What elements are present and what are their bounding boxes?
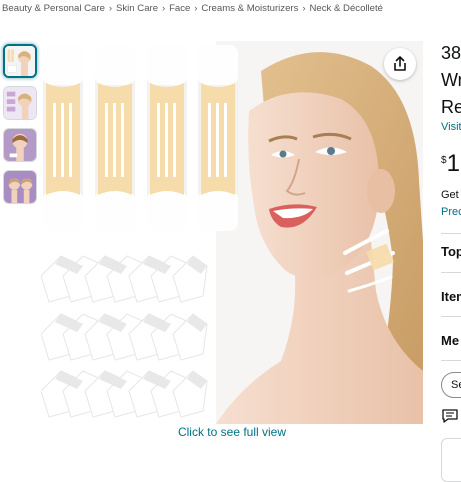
thumbnail-4[interactable] [3, 170, 37, 204]
product-thumbnail-image [4, 171, 36, 203]
share-icon [394, 56, 406, 71]
chevron-right-icon: › [108, 3, 112, 13]
see-more-button[interactable]: Se [441, 372, 461, 398]
breadcrumb-item-beauty[interactable]: Beauty & Personal Care [2, 3, 105, 14]
breadcrumb-item-neck[interactable]: Neck & Décolleté [309, 3, 383, 14]
share-button[interactable] [384, 48, 416, 80]
price: $1 [441, 150, 460, 178]
section-top: Top [441, 244, 461, 259]
breadcrumb-item-skin-care[interactable]: Skin Care [116, 3, 158, 14]
title-line-2: Wr [441, 70, 461, 90]
divider [441, 360, 461, 361]
visit-store-link[interactable]: Visit [441, 121, 461, 133]
divider [441, 233, 461, 234]
product-thumbnail-image [4, 129, 36, 161]
section-more: Me [441, 333, 460, 348]
product-thumbnail-image [5, 46, 35, 76]
breadcrumb: Beauty & Personal Care › Skin Care › Fac… [2, 1, 383, 15]
thumbnail-3[interactable] [3, 128, 37, 162]
product-photo [41, 41, 423, 424]
chevron-right-icon: › [302, 3, 306, 13]
thumbnail-2[interactable] [3, 86, 37, 120]
price-whole: 1 [446, 150, 460, 177]
price-currency: $ [441, 155, 447, 166]
chevron-right-icon: › [194, 3, 198, 13]
feedback-icon[interactable] [442, 409, 458, 428]
chevron-right-icon: › [162, 3, 166, 13]
delivery-text: Get [441, 189, 459, 201]
title-line-1: 38 [441, 43, 461, 63]
full-view-link[interactable]: Click to see full view [41, 425, 423, 439]
product-thumbnail-image [4, 87, 36, 119]
section-item: Item [441, 289, 461, 304]
thumbnail-1[interactable] [3, 44, 37, 78]
divider [441, 316, 461, 317]
main-product-image[interactable] [41, 41, 423, 424]
divider [441, 272, 461, 273]
patch-fans [41, 255, 208, 418]
product-title: 38 Wr Re Visit [441, 40, 461, 133]
thumbnail-strip [3, 44, 37, 212]
breadcrumb-item-face[interactable]: Face [169, 3, 190, 14]
breadcrumb-item-creams[interactable]: Creams & Moisturizers [201, 3, 298, 14]
title-line-3: Re [441, 97, 461, 117]
buy-box [441, 438, 461, 482]
delivery-link[interactable]: Prec [441, 206, 461, 218]
